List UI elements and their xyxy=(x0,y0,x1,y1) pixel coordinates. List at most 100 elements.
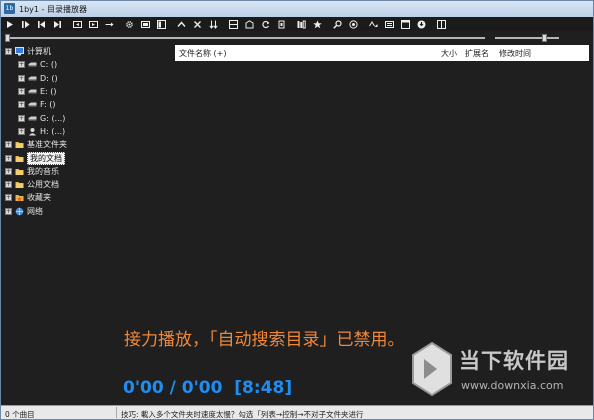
tree-node[interactable]: + 计算机 xyxy=(5,45,171,58)
back-folder-button[interactable] xyxy=(71,18,83,30)
window-title: 1by1 - 目录播放器 xyxy=(19,5,87,14)
volume-slider-thumb[interactable] xyxy=(541,34,547,42)
drive-icon xyxy=(28,89,37,94)
settings-icon xyxy=(125,20,133,28)
folder-icon xyxy=(15,182,24,189)
expand-icon[interactable]: + xyxy=(18,61,25,69)
app-window: 1b 1by1 - 目录播放器 + 计算机 + C: () + D: () + E: () + F… xyxy=(0,0,594,420)
equalizer-button[interactable] xyxy=(383,18,395,30)
up-button[interactable] xyxy=(175,18,187,30)
window-icon xyxy=(400,19,410,29)
goto-button[interactable] xyxy=(103,18,115,30)
user-drive-icon xyxy=(29,127,36,136)
app-icon: 1b xyxy=(4,3,15,14)
forward-folder-button[interactable] xyxy=(87,18,99,30)
watermark: 当下软件园 www.downxia.com xyxy=(411,337,591,403)
watermark-name: 当下软件园 xyxy=(459,349,569,373)
seek-slider[interactable] xyxy=(5,37,485,39)
folder-tree: + 计算机 + C: () + D: () + E: () + F: () + G: (...) + H:… xyxy=(5,45,171,218)
column-header-name[interactable]: 文件名称 (+) xyxy=(179,48,227,59)
status-divider xyxy=(116,407,117,418)
favorites-folder-icon xyxy=(15,195,24,202)
find-next-button[interactable] xyxy=(347,18,359,30)
column-header-extension[interactable]: 扩展名 xyxy=(465,48,489,59)
tree-node[interactable]: + 收藏夹 xyxy=(5,191,171,204)
expand-icon[interactable]: + xyxy=(18,127,25,135)
tree-node[interactable]: + C: () xyxy=(5,58,171,71)
column-header-modified[interactable]: 修改时间 xyxy=(499,48,531,59)
sort-button[interactable] xyxy=(207,18,219,30)
close-button[interactable] xyxy=(191,18,203,30)
compact-view-button[interactable] xyxy=(139,18,151,30)
find-next-icon xyxy=(348,19,358,29)
options-button[interactable] xyxy=(415,18,427,30)
seek-slider-thumb[interactable] xyxy=(5,34,10,42)
options-icon xyxy=(417,20,425,28)
volume-slider[interactable] xyxy=(495,37,559,39)
expand-icon[interactable]: + xyxy=(5,167,12,175)
tree-node[interactable]: + 网络 xyxy=(5,205,171,218)
time-display: 0'00 / 0'00 [8:48] xyxy=(123,378,292,398)
panel-view-button[interactable] xyxy=(155,18,167,30)
play-button[interactable] xyxy=(3,18,15,30)
refresh-button[interactable] xyxy=(243,18,255,30)
shuffle-button[interactable] xyxy=(275,18,287,30)
tree-node[interactable]: + 我的音乐 xyxy=(5,165,171,178)
file-list-header: 文件名称 (+) 大小 扩展名 修改时间 xyxy=(175,45,589,61)
drive-icon xyxy=(28,116,37,121)
goto-icon xyxy=(105,22,113,26)
tree-node[interactable]: + D: () xyxy=(5,72,171,85)
toolbar xyxy=(1,17,593,31)
find-button[interactable] xyxy=(331,18,343,30)
expand-icon[interactable]: + xyxy=(5,154,12,162)
tree-node-label: 收藏夹 xyxy=(27,193,51,203)
tree-node-label: D: () xyxy=(40,73,58,83)
forward-folder-icon xyxy=(88,20,98,28)
previous-icon xyxy=(37,20,45,28)
track-count: 0 个曲目 xyxy=(5,410,35,419)
window-button[interactable] xyxy=(399,18,411,30)
computer-icon xyxy=(15,47,24,56)
tree-node[interactable]: + F: () xyxy=(5,98,171,111)
status-tip: 技巧: 載入多个文件夹时速度太慢？勾选「列表→控制→不对子文件夹进行 xyxy=(121,410,364,419)
next-icon xyxy=(53,20,61,28)
tree-node[interactable]: + 公用文档 xyxy=(5,178,171,191)
tree-node[interactable]: + H: (...) xyxy=(5,125,171,138)
library-button[interactable] xyxy=(295,18,307,30)
playlist-button[interactable] xyxy=(227,18,239,30)
repeat-button[interactable] xyxy=(259,18,271,30)
tree-node[interactable]: + E: () xyxy=(5,85,171,98)
seek-bar-area xyxy=(3,33,563,43)
expand-icon[interactable]: + xyxy=(5,181,12,189)
expand-icon[interactable]: + xyxy=(18,114,25,122)
expand-icon[interactable]: + xyxy=(5,48,12,56)
play-pause-button[interactable] xyxy=(19,18,31,30)
favorite-icon xyxy=(312,20,322,28)
panel-view-icon xyxy=(156,19,166,29)
expand-icon[interactable]: + xyxy=(18,101,25,109)
expand-icon[interactable]: + xyxy=(5,207,12,215)
tree-node[interactable]: + 我的文档 xyxy=(5,151,171,165)
mini-mode-button[interactable] xyxy=(435,18,447,30)
favorite-button[interactable] xyxy=(311,18,323,30)
settings-button[interactable] xyxy=(123,18,135,30)
drive-icon xyxy=(28,76,37,81)
previous-button[interactable] xyxy=(35,18,47,30)
tree-node-label: 基准文件夹 xyxy=(27,140,67,150)
next-button[interactable] xyxy=(51,18,63,30)
expand-icon[interactable]: + xyxy=(18,74,25,82)
expand-icon[interactable]: + xyxy=(18,88,25,96)
equalizer-icon xyxy=(384,20,394,28)
expand-icon[interactable]: + xyxy=(5,194,12,202)
tree-node-label: 我的文档 xyxy=(27,151,65,165)
elapsed-time: 0'00 / 0'00 xyxy=(123,378,223,398)
column-header-size[interactable]: 大小 xyxy=(441,48,457,59)
tree-node[interactable]: + G: (...) xyxy=(5,111,171,124)
status-bar: 0 个曲目 技巧: 載入多个文件夹时速度太慢？勾选「列表→控制→不对子文件夹进行 xyxy=(1,405,593,419)
play-pause-icon xyxy=(21,20,29,28)
tree-node-label: 计算机 xyxy=(27,47,51,57)
watermark-url: www.downxia.com xyxy=(461,379,564,392)
tree-node[interactable]: + 基准文件夹 xyxy=(5,138,171,151)
expand-icon[interactable]: + xyxy=(5,141,12,149)
loop-ab-button[interactable] xyxy=(367,18,379,30)
